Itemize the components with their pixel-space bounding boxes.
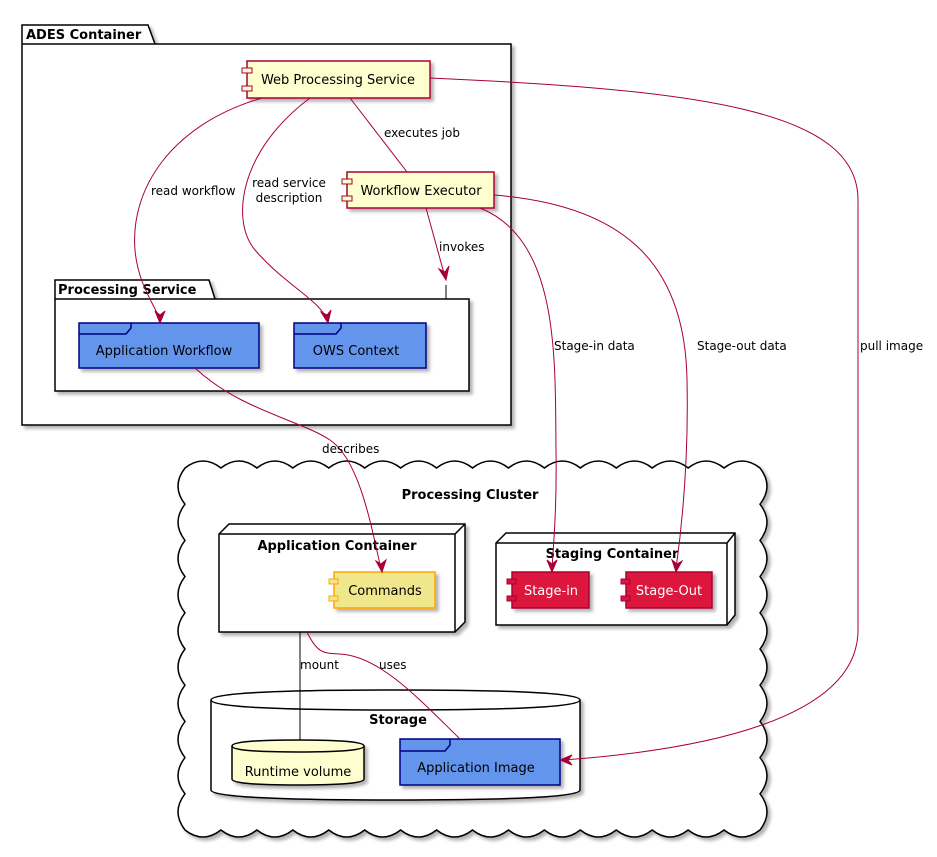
stage-in-component[interactable]: Stage-in <box>506 571 590 609</box>
ades-container-title: ADES Container <box>26 28 142 43</box>
edge-label-pull-image: pull image <box>860 339 923 353</box>
deployment-diagram: ADES Container Processing Service Web Pr… <box>21 24 923 838</box>
edge-label-executes-job: executes job <box>384 126 460 140</box>
application-image-frame[interactable]: Application Image <box>399 738 561 786</box>
stage-out-component[interactable]: Stage-Out <box>620 571 713 609</box>
runtime-volume-database[interactable]: Runtime volume <box>231 739 365 786</box>
workflow-executor-component[interactable]: Workflow Executor <box>341 171 495 209</box>
stage-in-label: Stage-in <box>524 584 578 599</box>
edge-label-invokes: invokes <box>439 240 485 254</box>
edge-label-read-service-2: description <box>256 191 323 205</box>
workflow-executor-label: Workflow Executor <box>360 184 482 199</box>
runtime-volume-label: Runtime volume <box>245 765 352 780</box>
wps-label: Web Processing Service <box>261 73 415 88</box>
edge-label-stage-in-data: Stage-in data <box>554 339 635 353</box>
application-workflow-frame[interactable]: Application Workflow <box>78 322 260 369</box>
edge-label-describes: describes <box>322 442 379 456</box>
application-workflow-label: Application Workflow <box>96 344 233 359</box>
stage-out-label: Stage-Out <box>636 584 702 599</box>
edge-label-read-service-1: read service <box>252 176 326 190</box>
edge-label-mount: mount <box>300 658 339 672</box>
web-processing-service-component[interactable]: Web Processing Service <box>241 60 431 99</box>
application-image-label: Application Image <box>417 761 534 776</box>
commands-label: Commands <box>348 584 422 599</box>
storage-title: Storage <box>369 713 427 728</box>
ows-context-frame[interactable]: OWS Context <box>293 322 427 369</box>
edge-label-uses: uses <box>379 658 407 672</box>
processing-service-title: Processing Service <box>58 283 197 298</box>
commands-component[interactable]: Commands <box>328 571 436 609</box>
ows-context-label: OWS Context <box>313 344 399 359</box>
processing-cluster-title: Processing Cluster <box>402 488 539 503</box>
edge-label-stage-out-data: Stage-out data <box>697 339 787 353</box>
edge-label-read-workflow: read workflow <box>151 184 236 198</box>
staging-container-title: Staging Container <box>546 547 679 562</box>
application-container-title: Application Container <box>257 539 417 554</box>
